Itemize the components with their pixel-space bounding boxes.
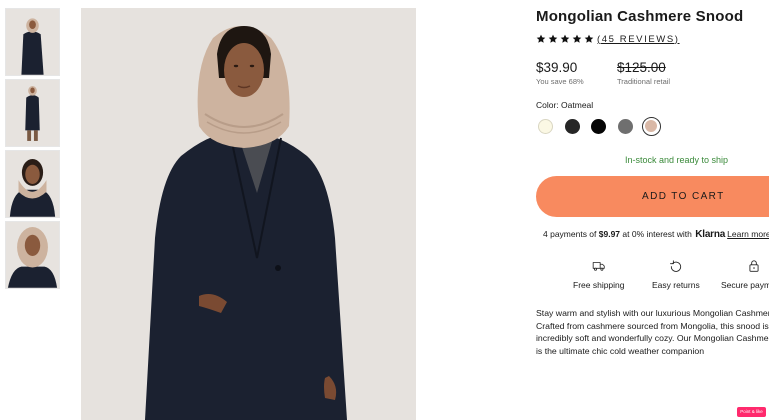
description-line: Crafted from cashmere sourced from Mongo… <box>536 320 769 331</box>
klarna-message: 4 payments of $9.97 at 0% interest with … <box>543 229 769 240</box>
product-description: Stay warm and stylish with our luxurious… <box>536 307 769 357</box>
thumbnail-4[interactable] <box>5 221 60 289</box>
description-line: incredibly soft and wonderfully cozy. Ou… <box>536 333 769 344</box>
feature-label: Easy returns <box>652 280 700 290</box>
description-line: Stay warm and stylish with our luxurious… <box>536 308 769 318</box>
add-to-cart-button[interactable]: ADD TO CART <box>536 176 769 217</box>
reviews-link[interactable]: (45 REVIEWS) <box>597 34 680 45</box>
description-line: is the ultimate chic cold weather compan… <box>536 345 705 356</box>
truck-icon <box>592 262 605 271</box>
sale-price: $39.90 <box>536 60 578 75</box>
thumbnail-image <box>6 80 59 146</box>
thumbnail-1[interactable] <box>5 8 60 76</box>
thumbnail-image <box>6 9 59 75</box>
return-arrow-icon <box>669 260 681 272</box>
star-icon <box>548 34 558 43</box>
thumbnail-image <box>6 222 59 288</box>
feature-secure-payments: Secure payments <box>721 258 769 290</box>
klarna-learn-more-link[interactable]: Learn more <box>727 229 769 239</box>
star-icon <box>560 34 570 43</box>
model-illustration <box>81 8 416 420</box>
lock-icon <box>749 260 759 272</box>
klarna-amount: $9.97 <box>598 229 621 239</box>
feature-easy-returns: Easy returns <box>652 258 700 290</box>
klarna-logo: Klarna <box>695 229 726 240</box>
product-title: Mongolian Cashmere Snood <box>536 8 744 25</box>
feature-label: Free shipping <box>573 280 625 290</box>
star-rating <box>536 34 594 44</box>
savings-text: You save 68% <box>536 77 584 86</box>
swatch-black[interactable] <box>591 119 606 134</box>
main-product-image[interactable] <box>81 8 416 420</box>
klarna-prefix: 4 payments of <box>543 229 599 239</box>
feedback-badge[interactable]: Point & like <box>737 407 766 417</box>
swatch-grey[interactable] <box>618 119 633 134</box>
retail-label: Traditional retail <box>617 77 671 86</box>
stock-status: In-stock and ready to ship <box>625 155 729 165</box>
thumbnail-image <box>6 151 59 217</box>
feature-label: Secure payments <box>721 280 769 290</box>
rating-row[interactable]: (45 REVIEWS) <box>536 33 680 45</box>
thumbnail-2[interactable] <box>5 79 60 147</box>
thumbnail-3[interactable] <box>5 150 60 218</box>
swatch-oatmeal[interactable] <box>642 117 661 136</box>
star-icon <box>572 34 582 43</box>
swatch-charcoal[interactable] <box>565 119 580 134</box>
product-details-panel: Mongolian Cashmere Snood (45 REVIEWS) $3… <box>536 0 769 420</box>
feature-free-shipping: Free shipping <box>573 258 625 290</box>
klarna-suffix: at 0% interest with <box>620 229 695 239</box>
star-icon <box>536 34 546 43</box>
retail-price: $125.00 <box>617 60 666 75</box>
star-icon <box>584 34 594 43</box>
swatch-ivory[interactable] <box>538 119 553 134</box>
thumbnail-gallery <box>5 8 60 292</box>
color-label: Color: Oatmeal <box>536 100 594 110</box>
